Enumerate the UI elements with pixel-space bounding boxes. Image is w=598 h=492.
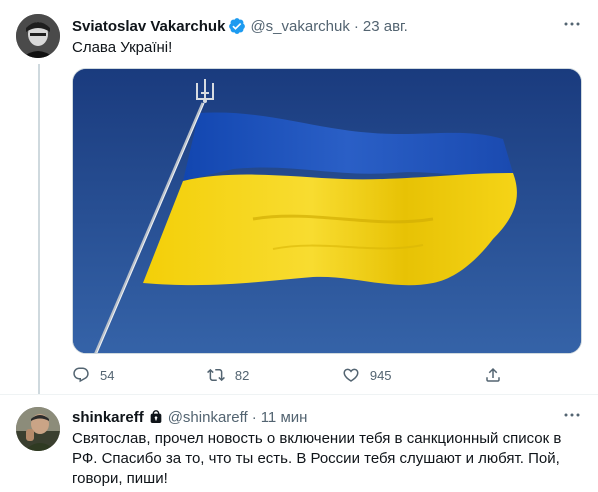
separator-dot: · (353, 17, 359, 35)
retweet-icon (206, 368, 225, 382)
heart-icon (343, 368, 359, 382)
avatar[interactable] (16, 407, 60, 451)
reply-button[interactable]: 54 (72, 366, 114, 384)
lock-icon (148, 409, 164, 425)
tweet-header: Sviatoslav Vakarchuk @s_vakarchuk · 23 а… (72, 16, 408, 36)
retweet-button[interactable]: 82 (206, 366, 250, 384)
tweet-header: shinkareff @shinkareff · 11 мин (72, 407, 307, 427)
like-button[interactable]: 945 (342, 366, 392, 384)
more-options-icon[interactable] (562, 14, 582, 34)
separator-dot: · (251, 408, 257, 426)
reply-tweet[interactable]: shinkareff @shinkareff · 11 мин Святосла… (0, 394, 598, 492)
more-options-icon[interactable] (562, 405, 582, 425)
avatar[interactable] (16, 14, 60, 58)
tweet-media-image[interactable] (72, 68, 582, 354)
tweet[interactable]: Sviatoslav Vakarchuk @s_vakarchuk · 23 а… (0, 0, 598, 394)
retweet-count: 82 (234, 367, 250, 383)
author-handle[interactable]: @s_vakarchuk (250, 18, 349, 35)
share-icon (486, 367, 500, 382)
tweet-text: Слава Україні! (72, 39, 173, 56)
reply-count: 54 (100, 367, 115, 383)
reply-text: Святослав, прочел новость о включении те… (72, 430, 562, 487)
tweet-time[interactable]: 23 авг. (363, 18, 408, 35)
author-name[interactable]: Sviatoslav Vakarchuk (72, 18, 225, 35)
reply-icon (73, 367, 89, 383)
verified-badge-icon (228, 17, 246, 35)
tweet-time[interactable]: 11 мин (261, 409, 308, 426)
author-handle[interactable]: @shinkareff (168, 409, 248, 426)
tweet-actions: 54 82 945 (72, 362, 502, 388)
like-count: 945 (369, 367, 392, 383)
author-name[interactable]: shinkareff (72, 409, 144, 426)
share-button[interactable] (484, 366, 502, 384)
